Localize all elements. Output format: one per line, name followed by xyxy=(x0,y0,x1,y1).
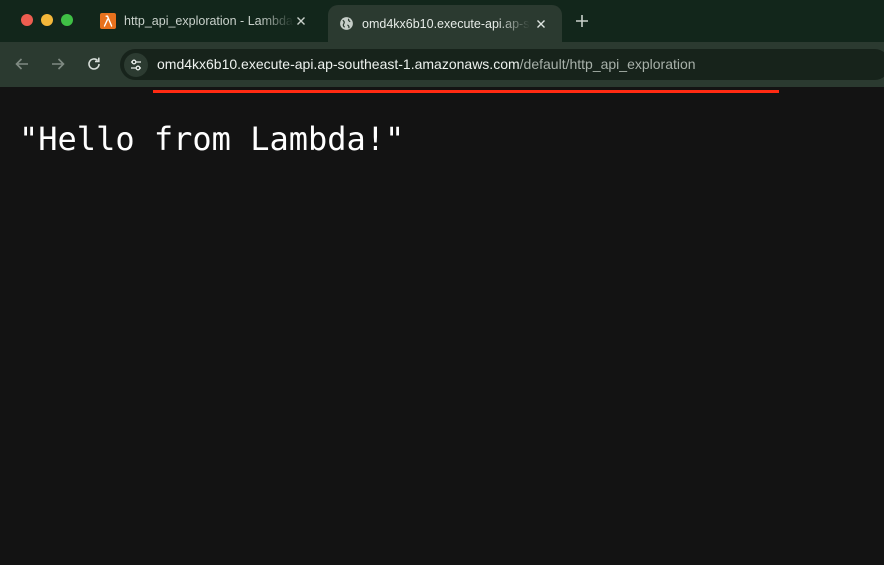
browser-toolbar: omd4kx6b10.execute-api.ap-southeast-1.am… xyxy=(0,42,884,87)
site-settings-icon[interactable] xyxy=(124,53,148,77)
page-content: "Hello from Lambda!" xyxy=(0,87,884,565)
lambda-icon xyxy=(100,13,116,29)
tab-title: omd4kx6b10.execute-api.ap-southeast-1.am… xyxy=(362,16,530,31)
browser-window: http_api_exploration - Lambda omd4kx6b10… xyxy=(0,0,884,565)
close-tab-icon[interactable] xyxy=(294,14,308,28)
new-tab-icon[interactable] xyxy=(573,12,591,30)
tab-lambda-console[interactable]: http_api_exploration - Lambda xyxy=(90,6,322,36)
minimize-window-button[interactable] xyxy=(41,14,53,26)
maximize-window-button[interactable] xyxy=(61,14,73,26)
tab-strip: http_api_exploration - Lambda omd4kx6b10… xyxy=(0,0,884,42)
back-arrow-icon[interactable] xyxy=(13,55,31,73)
tab-title: http_api_exploration - Lambda xyxy=(124,14,293,28)
close-tab-icon[interactable] xyxy=(534,17,548,31)
url-text[interactable]: omd4kx6b10.execute-api.ap-southeast-1.am… xyxy=(157,49,696,80)
globe-icon xyxy=(338,16,354,32)
address-bar[interactable]: omd4kx6b10.execute-api.ap-southeast-1.am… xyxy=(120,49,884,80)
response-text: "Hello from Lambda!" xyxy=(19,120,405,158)
tab-api-endpoint[interactable]: omd4kx6b10.execute-api.ap-southeast-1.am… xyxy=(328,5,562,42)
close-window-button[interactable] xyxy=(21,14,33,26)
url-path: /default/http_api_exploration xyxy=(519,56,696,72)
url-host: omd4kx6b10.execute-api.ap-southeast-1.am… xyxy=(157,56,520,72)
forward-arrow-icon[interactable] xyxy=(49,55,67,73)
reload-icon[interactable] xyxy=(85,55,103,73)
